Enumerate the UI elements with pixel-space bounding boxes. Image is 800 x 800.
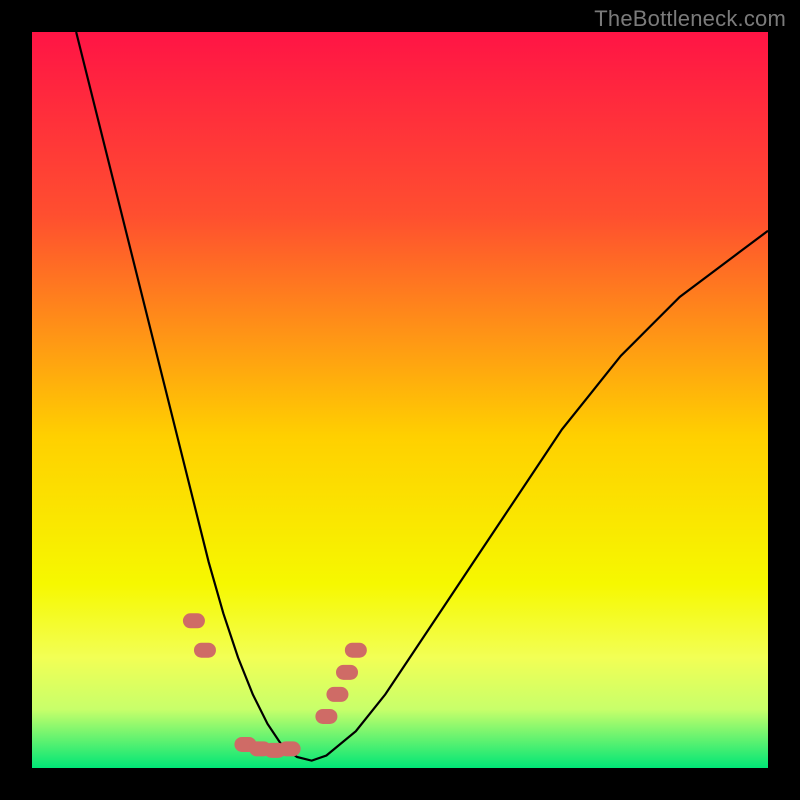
curve-marker [345, 643, 367, 658]
watermark: TheBottleneck.com [594, 6, 786, 32]
curve-marker [279, 741, 301, 756]
chart-container: TheBottleneck.com [0, 0, 800, 800]
chart-svg [32, 32, 768, 768]
curve-marker [194, 643, 216, 658]
plot-area [32, 32, 768, 768]
gradient-background [32, 32, 768, 768]
curve-marker [326, 687, 348, 702]
curve-marker [336, 665, 358, 680]
curve-marker [315, 709, 337, 724]
curve-marker [183, 613, 205, 628]
